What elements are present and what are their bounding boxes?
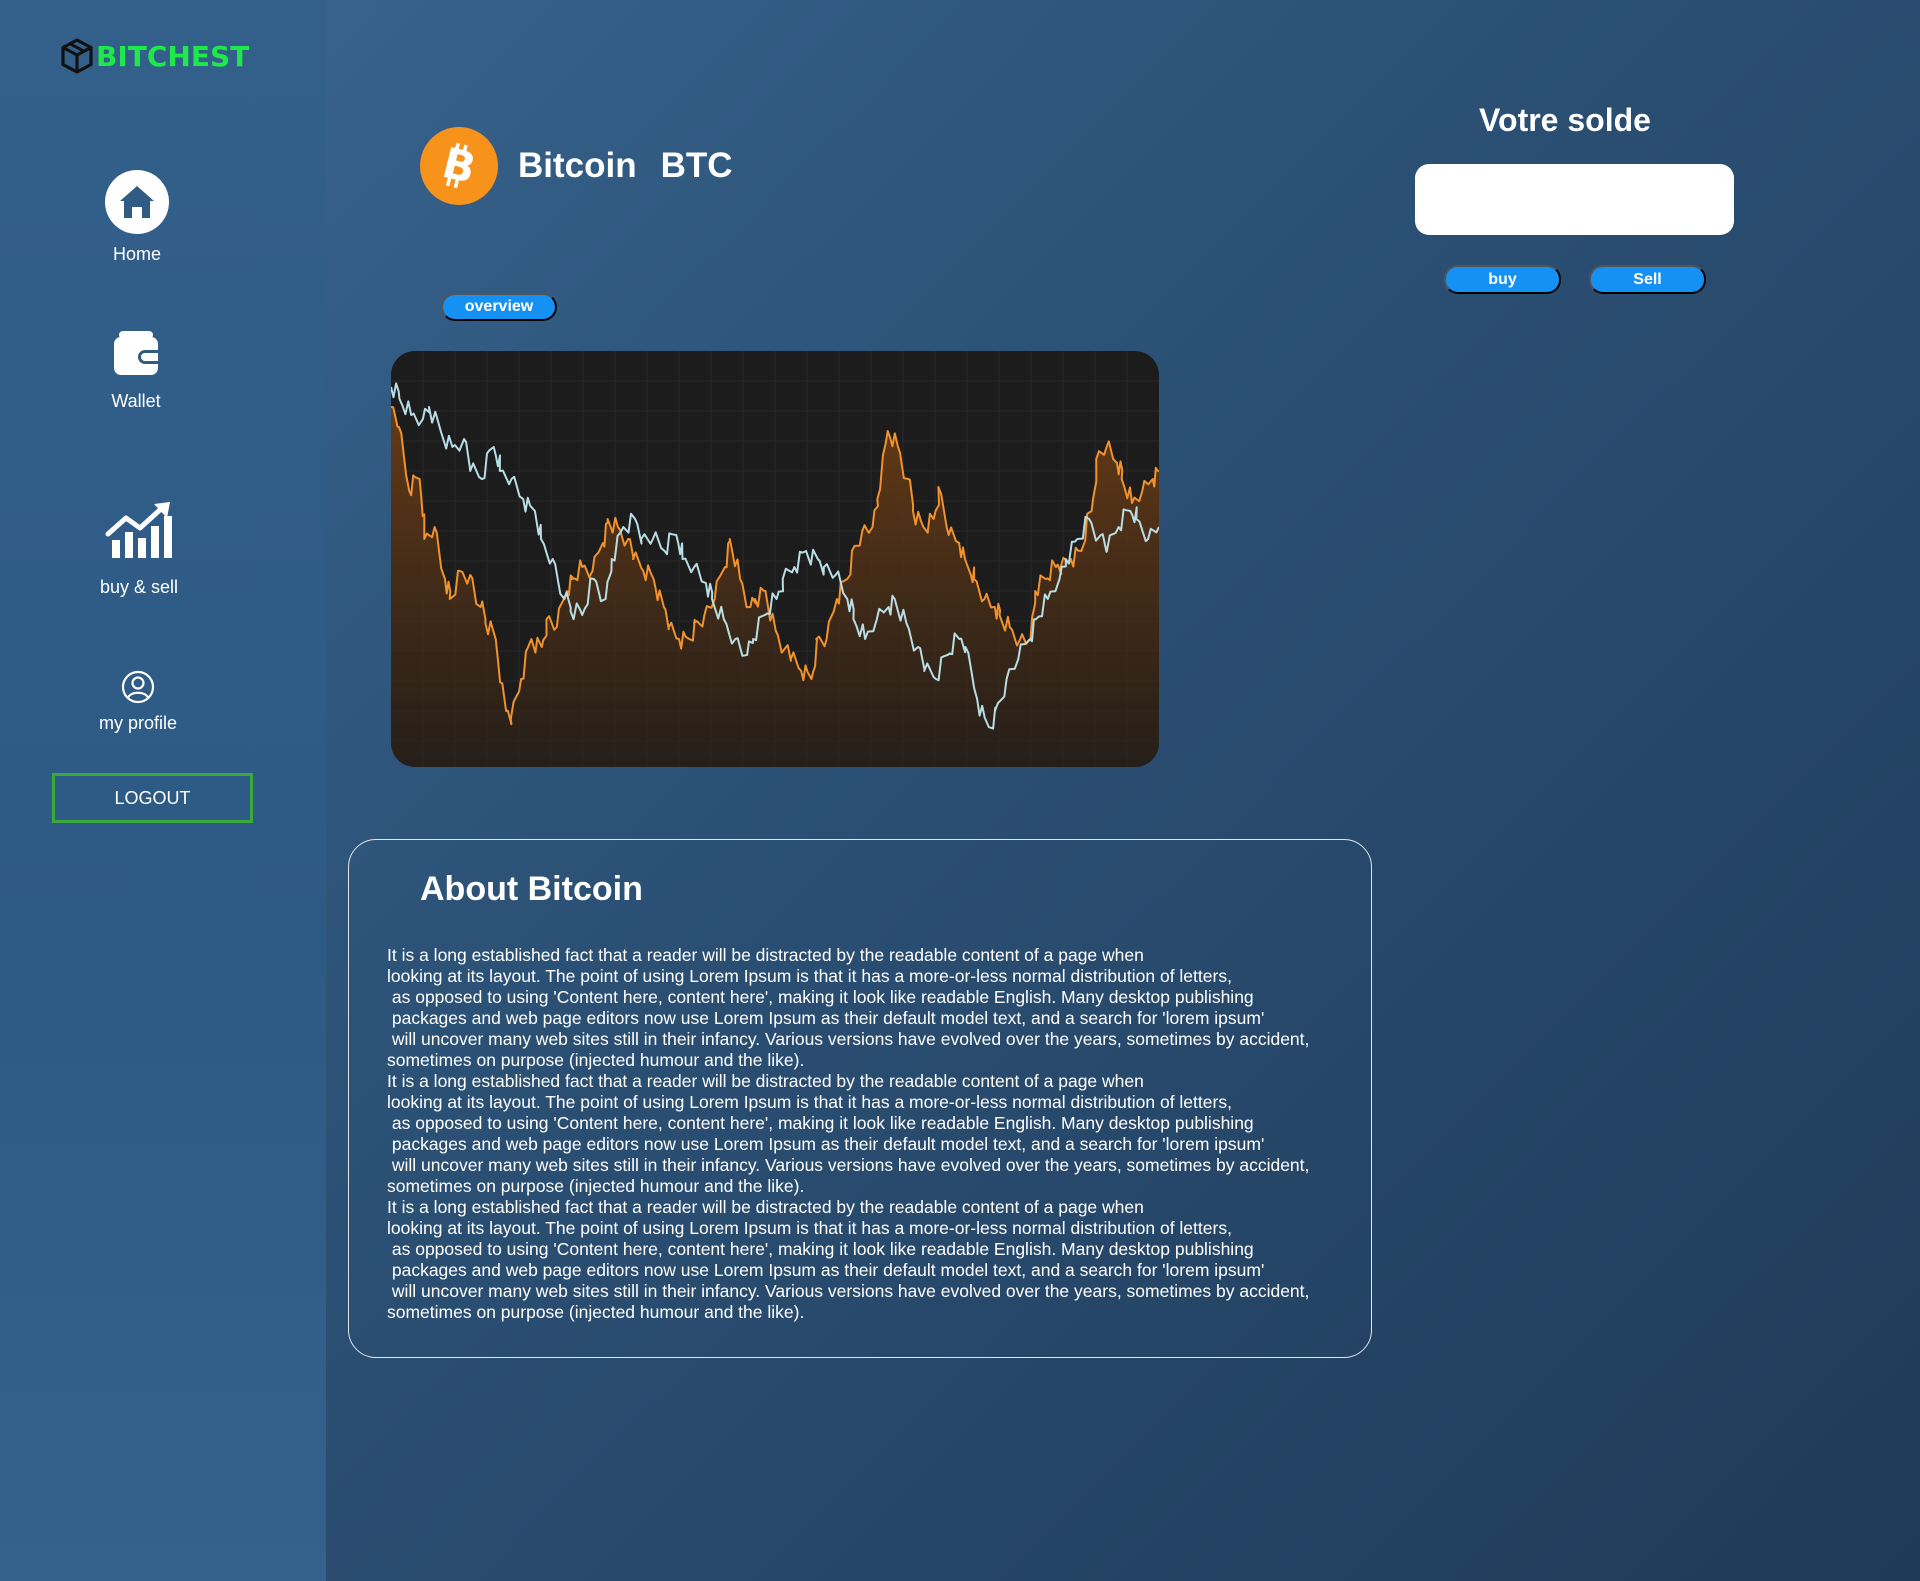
sidebar-item-label: buy & sell xyxy=(100,577,179,597)
about-text-line: sometimes on purpose (injected humour an… xyxy=(387,1176,805,1196)
coin-symbol: BTC xyxy=(660,146,733,185)
about-text-line: It is a long established fact that a rea… xyxy=(387,1071,1144,1091)
cube-icon xyxy=(60,38,94,74)
price-chart xyxy=(391,351,1159,767)
sidebar-item-label: Home xyxy=(112,244,161,264)
sell-button[interactable]: Sell xyxy=(1589,265,1706,294)
about-card: About Bitcoin It is a long established f… xyxy=(348,839,1372,1358)
about-text-line: looking at its layout. The point of usin… xyxy=(387,966,1232,986)
about-text-line: looking at its layout. The point of usin… xyxy=(387,1092,1232,1112)
wallet-icon xyxy=(111,328,161,383)
about-text-line: It is a long established fact that a rea… xyxy=(387,1197,1144,1217)
coin-header: B Bitcoin BTC xyxy=(420,127,733,205)
bitcoin-icon: B xyxy=(420,127,498,205)
about-text-line: packages and web page editors now use Lo… xyxy=(387,1008,1265,1028)
about-text-line: packages and web page editors now use Lo… xyxy=(387,1134,1265,1154)
sidebar-item-my-profile[interactable]: my profile xyxy=(99,670,177,734)
chart-up-icon xyxy=(104,500,174,565)
logo-text: BITCHEST xyxy=(96,39,250,73)
tab-overview[interactable]: overview xyxy=(441,293,557,321)
sidebar-item-label: Wallet xyxy=(111,391,161,411)
about-text-line: as opposed to using 'Content here, conte… xyxy=(387,1113,1254,1133)
user-circle-icon xyxy=(121,670,155,709)
sidebar: BITCHEST Home Wallet buy & sell my profi… xyxy=(0,0,326,1581)
logout-button[interactable]: LOGOUT xyxy=(52,773,253,823)
sidebar-item-wallet[interactable]: Wallet xyxy=(111,328,161,412)
about-text-line: will uncover many web sites still in the… xyxy=(387,1029,1310,1049)
balance-title: Votre solde xyxy=(1479,102,1651,138)
about-text-line: It is a long established fact that a rea… xyxy=(387,945,1144,965)
sidebar-item-label: my profile xyxy=(99,713,178,733)
about-text-line: sometimes on purpose (injected humour an… xyxy=(387,1050,805,1070)
about-text-line: packages and web page editors now use Lo… xyxy=(387,1260,1265,1280)
about-text-line: as opposed to using 'Content here, conte… xyxy=(387,987,1254,1007)
svg-text:B: B xyxy=(438,140,481,192)
about-text-line: sometimes on purpose (injected humour an… xyxy=(387,1302,805,1322)
about-text-line: as opposed to using 'Content here, conte… xyxy=(387,1239,1254,1259)
coin-name: Bitcoin xyxy=(518,146,637,185)
about-text-line: looking at its layout. The point of usin… xyxy=(387,1218,1232,1238)
about-text-line: will uncover many web sites still in the… xyxy=(387,1281,1310,1301)
about-text-line: will uncover many web sites still in the… xyxy=(387,1155,1310,1175)
sidebar-item-buy-sell[interactable]: buy & sell xyxy=(100,500,178,598)
logo[interactable]: BITCHEST xyxy=(60,38,249,74)
sidebar-item-home[interactable]: Home xyxy=(105,170,169,265)
balance-value xyxy=(1415,164,1734,235)
about-title: About Bitcoin xyxy=(420,870,643,908)
price-chart-svg xyxy=(391,351,1159,767)
buy-button[interactable]: buy xyxy=(1444,265,1561,294)
home-icon xyxy=(105,170,169,234)
about-text: It is a long established fact that a rea… xyxy=(387,945,1357,1323)
